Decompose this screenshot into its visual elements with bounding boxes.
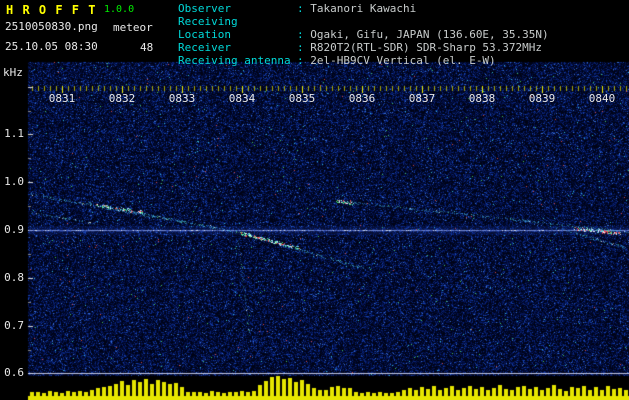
info-row: Observer: Takanori Kawachi — [178, 2, 549, 15]
time-tick-label: 0838 — [468, 92, 496, 105]
app-title: H R O F F T — [6, 3, 97, 17]
info-row: Receiver: R820T2(RTL-SDR) SDR-Sharp 53.3… — [178, 41, 549, 54]
info-label: Receiving antenna — [178, 54, 291, 67]
mode-label: meteor — [113, 21, 153, 34]
file-name: 2510050830.png — [5, 20, 98, 33]
freq-tick-label: 1.0 — [4, 175, 24, 188]
info-value: Takanori Kawachi — [310, 2, 417, 15]
info-colon: : — [297, 54, 311, 67]
info-label: Receiving Location — [178, 15, 238, 41]
freq-axis-unit: kHz — [3, 66, 23, 79]
time-tick-label: 0837 — [408, 92, 436, 105]
freq-tick-label: 1.1 — [4, 127, 24, 140]
meteor-count: 48 — [140, 41, 154, 54]
freq-tick-label: 0.7 — [4, 319, 24, 332]
freq-tick-label: 0.6 — [4, 366, 24, 379]
time-tick-label: 0834 — [228, 92, 256, 105]
time-tick-label: 0839 — [528, 92, 556, 105]
info-colon: : — [297, 28, 311, 41]
info-value: R820T2(RTL-SDR) SDR-Sharp 53.372MHz — [310, 41, 543, 54]
info-label: Receiver — [178, 41, 231, 54]
info-colon: : — [297, 41, 311, 54]
time-tick-label: 0831 — [48, 92, 76, 105]
info-value: 2el-HB9CV Vertical (el. E-W) — [310, 54, 496, 67]
freq-tick-label: 0.9 — [4, 223, 24, 236]
info-label: Observer — [178, 2, 231, 15]
info-panel: Observer: Takanori Kawachi Receiving Loca… — [178, 2, 549, 67]
info-value: Ogaki, Gifu, JAPAN (136.60E, 35.35N) — [310, 28, 549, 41]
time-tick-label: 0833 — [168, 92, 196, 105]
freq-tick-label: 0.8 — [4, 271, 24, 284]
info-row: Receiving Location: Ogaki, Gifu, JAPAN (… — [178, 15, 549, 41]
datetime-label: 25.10.05 08:30 — [5, 40, 98, 53]
time-tick-label: 0840 — [588, 92, 616, 105]
time-tick-label: 0835 — [288, 92, 316, 105]
time-tick-label: 0832 — [108, 92, 136, 105]
hrofft-window: H R O F F T 1.0.0 2510050830.png meteor … — [0, 0, 629, 400]
info-colon: : — [297, 2, 311, 15]
info-row: Receiving antenna: 2el-HB9CV Vertical (e… — [178, 54, 549, 67]
time-tick-label: 0836 — [348, 92, 376, 105]
app-version: 1.0.0 — [104, 4, 135, 15]
